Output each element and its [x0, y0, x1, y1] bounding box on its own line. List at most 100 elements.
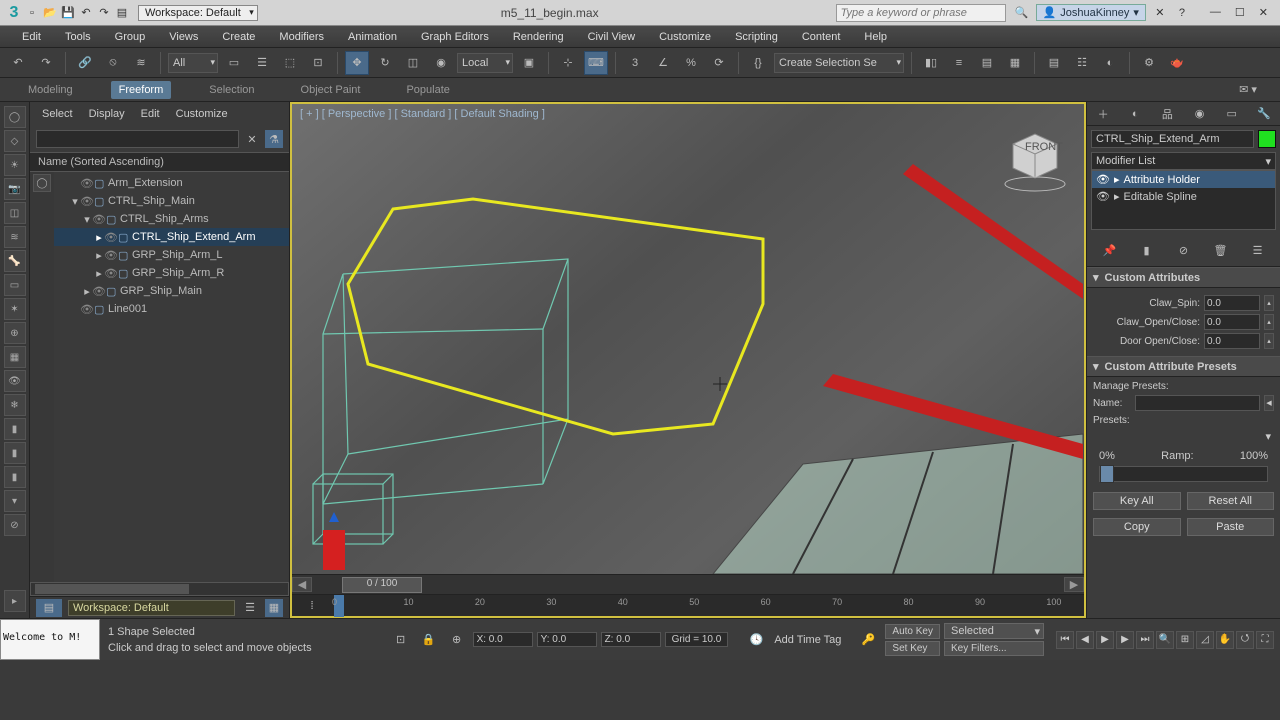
maximize-icon[interactable]: ☐: [1235, 6, 1245, 19]
tree-row[interactable]: ▾👁▢CTRL_Ship_Arms: [54, 210, 289, 228]
menu-create[interactable]: Create: [210, 28, 267, 46]
se-tab-display[interactable]: Display: [89, 108, 125, 120]
remove-modifier-icon[interactable]: 🗑: [1209, 238, 1233, 262]
menu-graph-editors[interactable]: Graph Editors: [409, 28, 501, 46]
undo-button[interactable]: ↶: [6, 51, 30, 75]
new-file-icon[interactable]: ▫: [24, 5, 40, 21]
nav-maximize-icon[interactable]: ⛶: [1256, 631, 1274, 649]
key-all-button[interactable]: Key All: [1093, 492, 1181, 510]
viewport-canvas[interactable]: FRONT: [292, 104, 1084, 574]
selection-lock-icon[interactable]: ⊡: [389, 628, 413, 652]
se-tab-select[interactable]: Select: [42, 108, 73, 120]
named-selection-dropdown[interactable]: Create Selection Se: [774, 53, 904, 73]
ribbon-populate[interactable]: Populate: [398, 81, 457, 99]
trackbar-toggle-icon[interactable]: ⁞: [310, 600, 313, 612]
rollout-custom-attributes[interactable]: ▾Custom Attributes: [1087, 267, 1280, 288]
goto-end-icon[interactable]: ⏭: [1136, 631, 1154, 649]
time-slider[interactable]: ◀ 0 / 100 ▶: [292, 574, 1084, 594]
time-slider-handle[interactable]: 0 / 100: [342, 577, 422, 593]
viewport-label[interactable]: [ + ] [ Perspective ] [ Standard ] [ Def…: [300, 108, 545, 120]
snap-3d-button[interactable]: 3: [623, 51, 647, 75]
type-cameras-icon[interactable]: 📷: [4, 178, 26, 200]
time-tag-icon[interactable]: 🕓: [744, 628, 768, 652]
modifier-row[interactable]: 👁▸Editable Spline: [1092, 188, 1275, 205]
next-frame-icon[interactable]: ▶: [1116, 631, 1134, 649]
nav-pan-icon[interactable]: ✋: [1216, 631, 1234, 649]
redo-button[interactable]: ↷: [34, 51, 58, 75]
maxscript-mini-listener[interactable]: Welcome to M!: [0, 619, 100, 660]
type-all-icon[interactable]: ▾: [4, 490, 26, 512]
se-column-header[interactable]: Name (Sorted Ascending): [30, 152, 289, 172]
spinner-up-down[interactable]: ▴: [1264, 333, 1274, 349]
add-time-tag[interactable]: Add Time Tag: [774, 634, 841, 646]
scale-button[interactable]: ◫: [401, 51, 425, 75]
expand-panel-icon[interactable]: ▸: [4, 590, 26, 612]
ribbon-minimize-icon[interactable]: ✉ ▾: [1236, 78, 1260, 102]
nav-fov-icon[interactable]: ◿: [1196, 631, 1214, 649]
se-layers-icon[interactable]: ☰: [241, 599, 259, 617]
se-tab-customize[interactable]: Customize: [176, 108, 228, 120]
tree-row[interactable]: 👁▢Line001: [54, 300, 289, 318]
menu-modifiers[interactable]: Modifiers: [267, 28, 336, 46]
ramp-slider[interactable]: [1099, 466, 1268, 482]
preset-name-back-button[interactable]: ◀: [1264, 395, 1274, 411]
modifier-list-dropdown[interactable]: Modifier List: [1091, 152, 1276, 170]
timeline-ruler[interactable]: ⁞ 0102030405060708090100: [292, 594, 1084, 616]
keyboard-shortcut-override-button[interactable]: ⌨: [584, 51, 608, 75]
window-crossing-button[interactable]: ⊡: [306, 51, 330, 75]
type-misc2-icon[interactable]: ▮: [4, 442, 26, 464]
minimize-icon[interactable]: —: [1210, 6, 1221, 19]
mirror-button[interactable]: ▮▯: [919, 51, 943, 75]
ref-coord-dropdown[interactable]: Local: [457, 53, 513, 73]
reset-all-button[interactable]: Reset All: [1187, 492, 1275, 510]
param-spinner[interactable]: 0.0: [1204, 295, 1260, 311]
bind-space-warp-button[interactable]: ≋: [129, 51, 153, 75]
configure-sets-icon[interactable]: ☰: [1246, 238, 1270, 262]
se-tab-edit[interactable]: Edit: [141, 108, 160, 120]
help-search-input[interactable]: [836, 4, 1006, 22]
modifier-row[interactable]: 👁▸Attribute Holder: [1092, 171, 1275, 188]
rollout-custom-presets[interactable]: ▾Custom Attribute Presets: [1087, 356, 1280, 377]
align-button[interactable]: ≡: [947, 51, 971, 75]
toggle-ribbon-button[interactable]: ▦: [1003, 51, 1027, 75]
select-by-name-button[interactable]: ☰: [250, 51, 274, 75]
type-helpers-icon[interactable]: ◫: [4, 202, 26, 224]
type-hidden-icon[interactable]: 👁: [4, 370, 26, 392]
lock-icon[interactable]: 🔒: [417, 628, 441, 652]
ribbon-object-paint[interactable]: Object Paint: [293, 81, 369, 99]
absolute-mode-icon[interactable]: ⊕: [445, 628, 469, 652]
select-manipulate-button[interactable]: ⊹: [556, 51, 580, 75]
paste-button[interactable]: Paste: [1187, 518, 1275, 536]
se-footer-mode-icon[interactable]: ▤: [36, 599, 62, 617]
coord-y[interactable]: Y: 0.0: [537, 632, 597, 647]
type-groups-icon[interactable]: ▦: [4, 346, 26, 368]
type-shapes-icon[interactable]: ◇: [4, 130, 26, 152]
se-workspace-label[interactable]: Workspace: Default: [68, 600, 235, 616]
prev-frame-icon[interactable]: ◀: [1076, 631, 1094, 649]
tree-row[interactable]: ▸👁▢GRP_Ship_Main: [54, 282, 289, 300]
se-hierarchy-icon[interactable]: ▦: [265, 599, 283, 617]
use-center-button[interactable]: ▣: [517, 51, 541, 75]
save-file-icon[interactable]: 💾: [60, 5, 76, 21]
unlink-button[interactable]: ⦸: [101, 51, 125, 75]
undo-qat-icon[interactable]: ↶: [78, 5, 94, 21]
type-none-icon[interactable]: ⊘: [4, 514, 26, 536]
se-row-icon[interactable]: ◯: [33, 174, 51, 192]
app-menu-icon[interactable]: 3: [6, 5, 22, 21]
percent-snap-button[interactable]: %: [679, 51, 703, 75]
signed-in-user[interactable]: 👤 JoshuaKinney ▾: [1036, 4, 1146, 21]
render-setup-button[interactable]: ⚙: [1137, 51, 1161, 75]
cmd-create-tab-icon[interactable]: ＋: [1091, 102, 1115, 126]
curve-editor-button[interactable]: ▤: [1042, 51, 1066, 75]
coord-z[interactable]: Z: 0.0: [601, 632, 661, 647]
move-button[interactable]: ✥: [345, 51, 369, 75]
menu-animation[interactable]: Animation: [336, 28, 409, 46]
close-icon[interactable]: ✕: [1259, 6, 1268, 19]
pin-stack-icon[interactable]: 📌: [1098, 238, 1122, 262]
object-color-swatch[interactable]: [1258, 130, 1276, 148]
ribbon-freeform[interactable]: Freeform: [111, 81, 172, 99]
placement-button[interactable]: ◉: [429, 51, 453, 75]
rotate-button[interactable]: ↻: [373, 51, 397, 75]
goto-start-icon[interactable]: ⏮: [1056, 631, 1074, 649]
key-filters-button[interactable]: Key Filters...: [944, 641, 1044, 656]
